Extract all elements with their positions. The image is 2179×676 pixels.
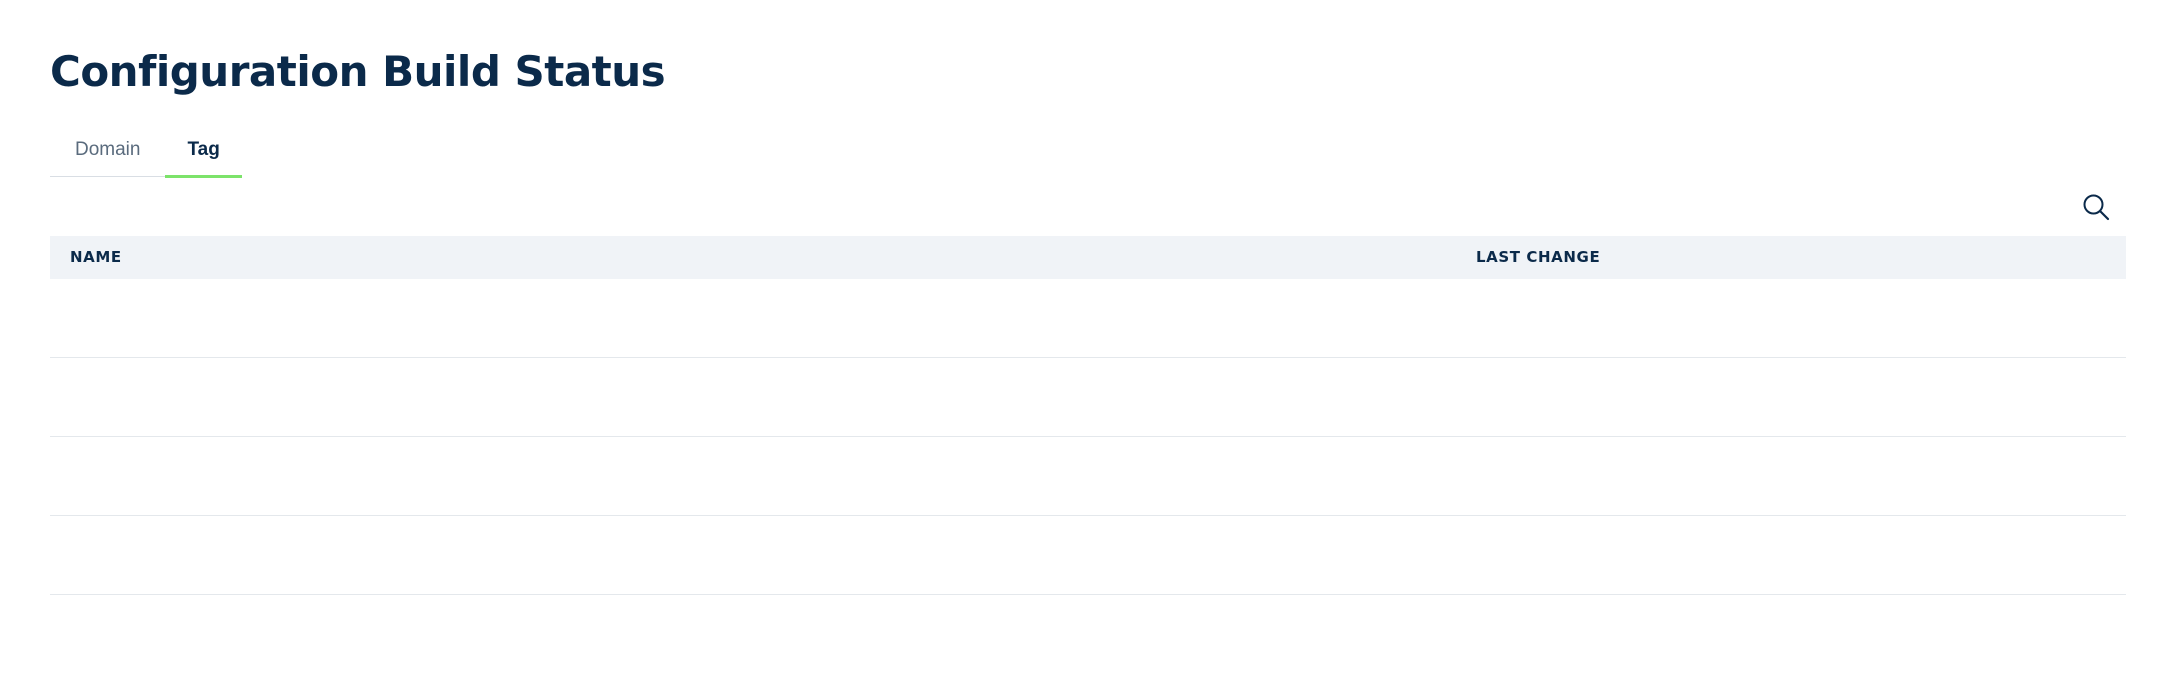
tab-bar: Domain Tag — [50, 130, 243, 178]
search-icon — [2083, 194, 2110, 221]
tab-domain[interactable]: Domain — [50, 130, 165, 176]
table-row[interactable] — [50, 437, 2126, 516]
table-row[interactable] — [50, 279, 2126, 358]
table-row[interactable] — [50, 516, 2126, 595]
search-button[interactable] — [2079, 190, 2113, 224]
page-title: Configuration Build Status — [50, 47, 666, 96]
table-header: NAME LAST CHANGE — [50, 236, 2126, 279]
data-table: NAME LAST CHANGE — [50, 236, 2126, 595]
page: Configuration Build Status Domain Tag NA… — [50, 0, 2126, 676]
column-header-last-change[interactable]: LAST CHANGE — [1476, 236, 1600, 279]
column-header-name[interactable]: NAME — [70, 236, 122, 279]
table-row[interactable] — [50, 358, 2126, 437]
tab-tag[interactable]: Tag — [165, 130, 243, 178]
